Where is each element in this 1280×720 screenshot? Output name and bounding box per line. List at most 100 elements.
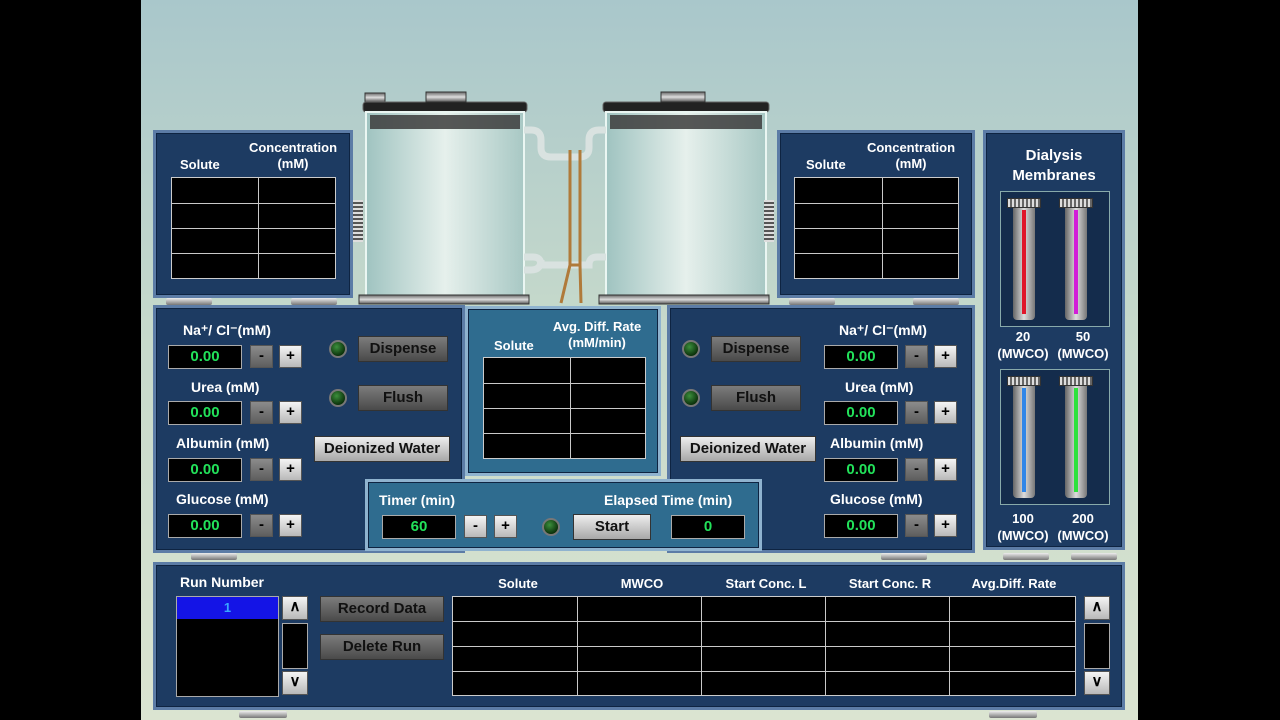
diffusion-rate-panel: Solute Avg. Diff. Rate (mM/min)	[465, 306, 661, 476]
left-na-label: Na⁺/ Cl⁻(mM)	[183, 322, 271, 338]
left-panel-hinge	[353, 200, 363, 242]
right-albumin-plus-button[interactable]: +	[934, 458, 957, 481]
right-urea-minus-button[interactable]: -	[905, 401, 928, 424]
right-beaker	[598, 101, 770, 305]
left-albumin-value: 0.00	[168, 458, 242, 482]
membrane-20-label: 20 (MWCO)	[997, 329, 1049, 361]
right-glucose-value: 0.00	[824, 514, 898, 538]
timer-minus-button[interactable]: -	[464, 515, 487, 538]
right-glucose-label: Glucose (mM)	[830, 491, 923, 507]
panel-foot	[291, 298, 337, 305]
membrane-50-label: 50 (MWCO)	[1057, 329, 1109, 361]
panel-foot	[166, 298, 212, 305]
right-dispense-button[interactable]: Dispense	[711, 336, 801, 362]
results-scroll-down[interactable]: ∨	[1084, 671, 1110, 695]
right-urea-label: Urea (mM)	[845, 379, 914, 395]
record-data-button[interactable]: Record Data	[320, 596, 444, 622]
timer-label: Timer (min)	[379, 492, 455, 508]
left-deionized-water-button[interactable]: Deionized Water	[314, 436, 450, 462]
right-na-plus-button[interactable]: +	[934, 345, 957, 368]
right-na-label: Na⁺/ Cl⁻(mM)	[839, 322, 927, 338]
run-number-selected[interactable]: 1	[177, 597, 278, 619]
right-conc-solute-header: Solute	[806, 157, 846, 172]
membrane-50-tube[interactable]	[1059, 198, 1093, 322]
panel-foot	[1071, 553, 1117, 560]
run-list-scrollbar[interactable]	[282, 623, 308, 669]
left-flush-indicator	[329, 389, 347, 407]
left-glucose-plus-button[interactable]: +	[279, 514, 302, 537]
left-beaker-knob	[425, 91, 467, 103]
run-list-scroll-up[interactable]: ∧	[282, 596, 308, 620]
left-albumin-minus-button[interactable]: -	[250, 458, 273, 481]
col-solute: Solute	[498, 576, 538, 591]
panel-foot	[1003, 553, 1049, 560]
panel-foot	[789, 298, 835, 305]
right-urea-value: 0.00	[824, 401, 898, 425]
connecting-tubes	[524, 126, 606, 304]
right-albumin-minus-button[interactable]: -	[905, 458, 928, 481]
membrane-100-fill	[1022, 388, 1026, 492]
right-urea-plus-button[interactable]: +	[934, 401, 957, 424]
right-flush-button[interactable]: Flush	[711, 385, 801, 411]
left-na-value: 0.00	[168, 345, 242, 369]
right-na-minus-button[interactable]: -	[905, 345, 928, 368]
right-concentration-panel: Solute Concentration (mM)	[777, 130, 975, 298]
left-urea-minus-button[interactable]: -	[250, 401, 273, 424]
col-start-conc-l: Start Conc. L	[725, 576, 807, 591]
left-dispense-button[interactable]: Dispense	[358, 336, 448, 362]
membrane-20-fill	[1022, 210, 1026, 314]
timer-indicator	[542, 518, 560, 536]
membrane-100-tube[interactable]	[1007, 376, 1041, 500]
right-na-value: 0.00	[824, 345, 898, 369]
rate-solute-header: Solute	[494, 338, 534, 353]
membrane-rack-top	[1000, 191, 1110, 327]
right-glucose-plus-button[interactable]: +	[934, 514, 957, 537]
left-flush-button[interactable]: Flush	[358, 385, 448, 411]
right-panel-hinge	[764, 200, 774, 242]
rate-header: Avg. Diff. Rate (mM/min)	[552, 319, 642, 350]
start-button[interactable]: Start	[573, 514, 651, 540]
timer-plus-button[interactable]: +	[494, 515, 517, 538]
panel-foot	[239, 711, 287, 718]
left-glucose-value: 0.00	[168, 514, 242, 538]
panel-foot	[989, 711, 1037, 718]
membrane-20-tube[interactable]	[1007, 198, 1041, 322]
left-na-plus-button[interactable]: +	[279, 345, 302, 368]
membrane-200-fill	[1074, 388, 1078, 492]
right-beaker-knob	[660, 91, 706, 103]
dialysis-membranes-panel: Dialysis Membranes 20 (MWCO) 50 (MWCO) 1…	[983, 130, 1125, 550]
results-scrollbar[interactable]	[1084, 623, 1110, 669]
results-scroll-up[interactable]: ∧	[1084, 596, 1110, 620]
col-mwco: MWCO	[620, 576, 664, 591]
col-start-conc-r: Start Conc. R	[848, 576, 932, 591]
panel-foot	[913, 298, 959, 305]
beaker-apparatus	[358, 91, 770, 305]
right-albumin-label: Albumin (mM)	[830, 435, 924, 451]
run-list-scroll-down[interactable]: ∨	[282, 671, 308, 695]
left-conc-solute-header: Solute	[180, 157, 220, 172]
timer-panel: Timer (min) 60 - + Start Elapsed Time (m…	[365, 479, 762, 551]
panel-foot	[881, 553, 927, 560]
left-concentration-panel: Solute Concentration (mM)	[153, 130, 353, 298]
right-dispense-indicator	[682, 340, 700, 358]
elapsed-time-label: Elapsed Time (min)	[604, 492, 733, 508]
left-urea-plus-button[interactable]: +	[279, 401, 302, 424]
delete-run-button[interactable]: Delete Run	[320, 634, 444, 660]
membranes-title: Dialysis Membranes	[1012, 147, 1096, 184]
left-albumin-label: Albumin (mM)	[176, 435, 270, 451]
left-glucose-minus-button[interactable]: -	[250, 514, 273, 537]
run-results-table	[452, 596, 1076, 696]
left-dispense-indicator	[329, 340, 347, 358]
membrane-50-fill	[1074, 210, 1078, 314]
left-conc-concentration-header: Concentration (mM)	[248, 140, 338, 171]
diffusion-rate-table	[483, 357, 646, 459]
membrane-100-label: 100 (MWCO)	[997, 511, 1049, 543]
membrane-200-tube[interactable]	[1059, 376, 1093, 500]
membrane-200-label: 200 (MWCO)	[1057, 511, 1109, 543]
left-beaker	[358, 92, 530, 305]
left-albumin-plus-button[interactable]: +	[279, 458, 302, 481]
left-na-minus-button[interactable]: -	[250, 345, 273, 368]
right-deionized-water-button[interactable]: Deionized Water	[680, 436, 816, 462]
run-number-list[interactable]: 1	[176, 596, 279, 697]
right-glucose-minus-button[interactable]: -	[905, 514, 928, 537]
